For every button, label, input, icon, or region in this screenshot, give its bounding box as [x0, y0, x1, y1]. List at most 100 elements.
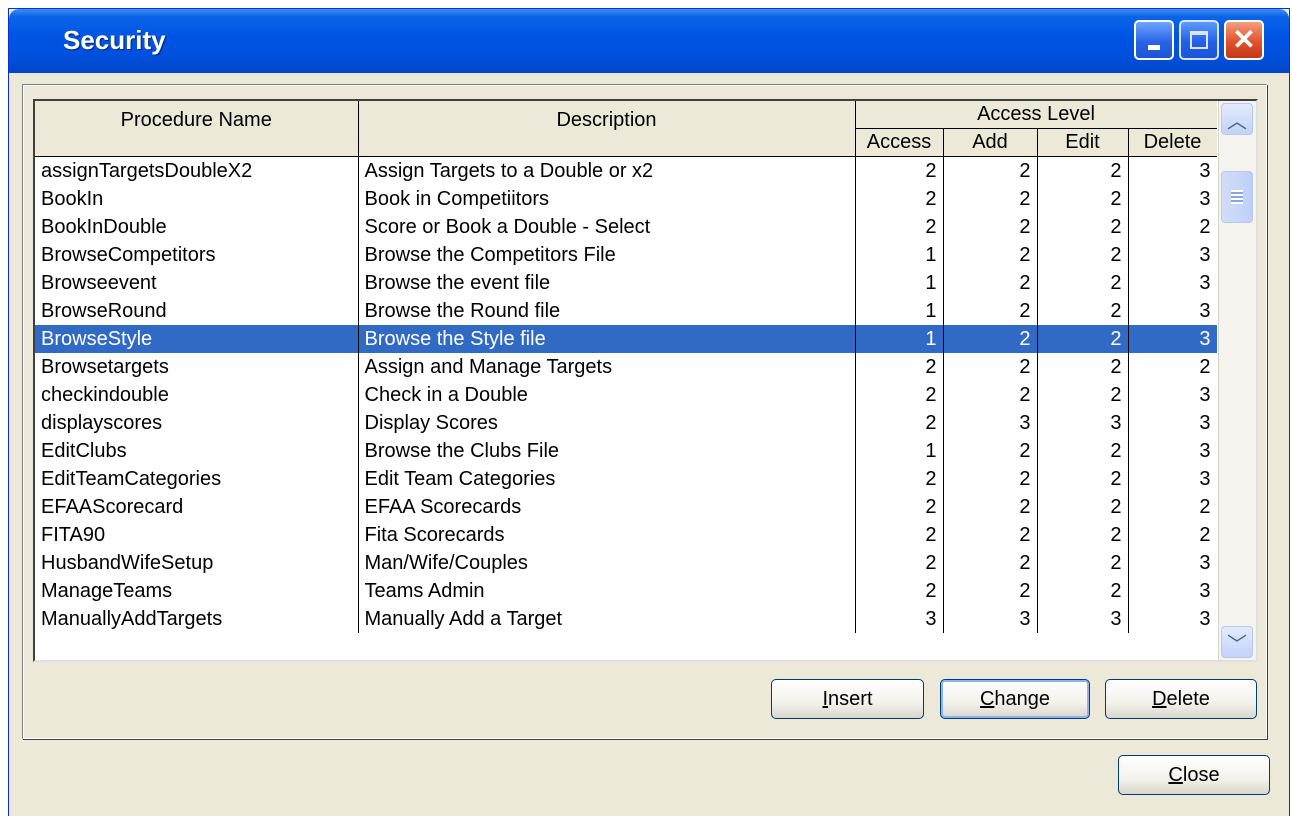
delete-cell: 3 — [1128, 185, 1217, 213]
procedure-name-cell: BookInDouble — [35, 213, 359, 241]
add-cell: 2 — [943, 521, 1038, 549]
table-row[interactable]: Browsetargets Assign and Manage Targets 2 2… — [35, 353, 1217, 381]
table-row[interactable]: displayscores Display Scores 2 3 3 3 — [35, 409, 1217, 437]
column-header-procedure-name[interactable]: Procedure Name — [35, 101, 359, 157]
edit-cell: 2 — [1037, 213, 1129, 241]
access-cell: 2 — [855, 493, 944, 521]
access-cell: 1 — [855, 241, 944, 269]
column-header-description[interactable]: Description — [358, 101, 856, 157]
column-header-add[interactable]: Add — [943, 128, 1038, 157]
delete-cell: 3 — [1128, 409, 1217, 437]
procedures-list[interactable]: Procedure Name Description Access Level … — [33, 99, 1258, 662]
table-row[interactable]: ManuallyAddTargets Manually Add a Target 3… — [35, 605, 1217, 633]
edit-cell: 2 — [1037, 297, 1129, 325]
table-row[interactable]: assignTargetsDoubleX2 Assign Targets to a… — [35, 156, 1217, 185]
description-cell: Manually Add a Target — [358, 605, 856, 633]
close-button[interactable]: Close — [1118, 755, 1270, 795]
access-cell: 2 — [855, 185, 944, 213]
edit-cell: 2 — [1037, 521, 1129, 549]
edit-cell: 2 — [1037, 549, 1129, 577]
delete-cell: 3 — [1128, 577, 1217, 605]
column-header-access[interactable]: Access — [855, 128, 944, 157]
description-cell: Browse the Competitors File — [358, 241, 856, 269]
procedure-name-cell: BookIn — [35, 185, 359, 213]
column-header-access-level: Access Level — [855, 101, 1217, 129]
procedure-name-cell: Browsetargets — [35, 353, 359, 381]
chevron-down-icon: ﹀ — [1227, 633, 1247, 656]
delete-cell: 3 — [1128, 605, 1217, 633]
edit-cell: 3 — [1037, 409, 1129, 437]
window-title: Security — [63, 25, 166, 55]
column-header-edit[interactable]: Edit — [1037, 128, 1129, 157]
access-cell: 2 — [855, 156, 944, 185]
table-row[interactable]: EditClubs Browse the Clubs File 1 2 2 3 — [35, 437, 1217, 465]
procedure-name-cell: ManageTeams — [35, 577, 359, 605]
delete-button[interactable]: Delete — [1105, 679, 1257, 719]
add-cell: 2 — [943, 325, 1038, 353]
add-cell: 2 — [943, 213, 1038, 241]
description-cell: Teams Admin — [358, 577, 856, 605]
access-cell: 1 — [855, 325, 944, 353]
add-cell: 2 — [943, 493, 1038, 521]
insert-button[interactable]: Insert — [771, 679, 924, 719]
add-cell: 2 — [943, 549, 1038, 577]
table-row[interactable]: HusbandWifeSetup Man/Wife/Couples 2 2 2 3 — [35, 549, 1217, 577]
procedure-name-cell: assignTargetsDoubleX2 — [35, 156, 359, 185]
change-button[interactable]: Change — [940, 679, 1090, 719]
maximize-button[interactable] — [1179, 20, 1219, 60]
table-row[interactable]: EFAAScorecard EFAA Scorecards 2 2 2 2 — [35, 493, 1217, 521]
edit-cell: 2 — [1037, 156, 1129, 185]
table-row[interactable]: BrowseStyle Browse the Style file 1 2 2 3 — [35, 325, 1217, 353]
table-row[interactable]: Browseevent Browse the event file 1 2 2 3 — [35, 269, 1217, 297]
table-row[interactable]: BookIn Book in Competiitors 2 2 2 3 — [35, 185, 1217, 213]
table-row[interactable]: BookInDouble Score or Book a Double - Sel… — [35, 213, 1217, 241]
procedure-name-cell: HusbandWifeSetup — [35, 549, 359, 577]
access-cell: 2 — [855, 353, 944, 381]
access-cell: 2 — [855, 465, 944, 493]
table-row[interactable]: checkindouble Check in a Double 2 2 2 3 — [35, 381, 1217, 409]
delete-cell: 3 — [1128, 381, 1217, 409]
chevron-up-icon: ︿ — [1227, 110, 1247, 133]
delete-cell: 3 — [1128, 297, 1217, 325]
grip-icon — [1231, 190, 1243, 204]
procedure-name-cell: BrowseStyle — [35, 325, 359, 353]
scroll-up-button[interactable]: ︿ — [1221, 103, 1253, 135]
minimize-button[interactable] — [1134, 20, 1174, 60]
edit-cell: 2 — [1037, 241, 1129, 269]
table-row[interactable]: EditTeamCategories Edit Team Categories 2 2… — [35, 465, 1217, 493]
procedure-name-cell: ManuallyAddTargets — [35, 605, 359, 633]
title-bar[interactable]: Security ✕ — [9, 9, 1289, 73]
access-cell: 3 — [855, 605, 944, 633]
description-cell: Browse the Style file — [358, 325, 856, 353]
delete-cell: 3 — [1128, 437, 1217, 465]
column-header-delete[interactable]: Delete — [1128, 128, 1217, 157]
vertical-scrollbar[interactable]: ︿ ﹀ — [1218, 101, 1256, 660]
delete-cell: 2 — [1128, 521, 1217, 549]
access-cell: 2 — [855, 577, 944, 605]
description-cell: Fita Scorecards — [358, 521, 856, 549]
procedure-name-cell: EditTeamCategories — [35, 465, 359, 493]
table-row[interactable]: FITA90 Fita Scorecards 2 2 2 2 — [35, 521, 1217, 549]
description-cell: Man/Wife/Couples — [358, 549, 856, 577]
table-row[interactable]: BrowseCompetitors Browse the Competitors … — [35, 241, 1217, 269]
delete-cell: 3 — [1128, 465, 1217, 493]
delete-accel: D — [1152, 687, 1167, 710]
scroll-down-button[interactable]: ﹀ — [1221, 626, 1253, 658]
procedure-name-cell: FITA90 — [35, 521, 359, 549]
minimize-icon — [1148, 45, 1160, 50]
delete-cell: 3 — [1128, 269, 1217, 297]
change-accel: C — [979, 687, 995, 710]
table-row[interactable]: BrowseRound Browse the Round file 1 2 2 3 — [35, 297, 1217, 325]
description-cell: Display Scores — [358, 409, 856, 437]
procedure-name-cell: checkindouble — [35, 381, 359, 409]
procedure-name-cell: EFAAScorecard — [35, 493, 359, 521]
scrollbar-thumb[interactable] — [1221, 171, 1253, 223]
add-cell: 3 — [943, 605, 1038, 633]
description-cell: Browse the Round file — [358, 297, 856, 325]
access-cell: 2 — [855, 549, 944, 577]
procedure-name-cell: displayscores — [35, 409, 359, 437]
close-window-button[interactable]: ✕ — [1224, 20, 1264, 60]
edit-cell: 2 — [1037, 381, 1129, 409]
table-row[interactable]: ManageTeams Teams Admin 2 2 2 3 — [35, 577, 1217, 605]
procedure-name-cell: BrowseRound — [35, 297, 359, 325]
